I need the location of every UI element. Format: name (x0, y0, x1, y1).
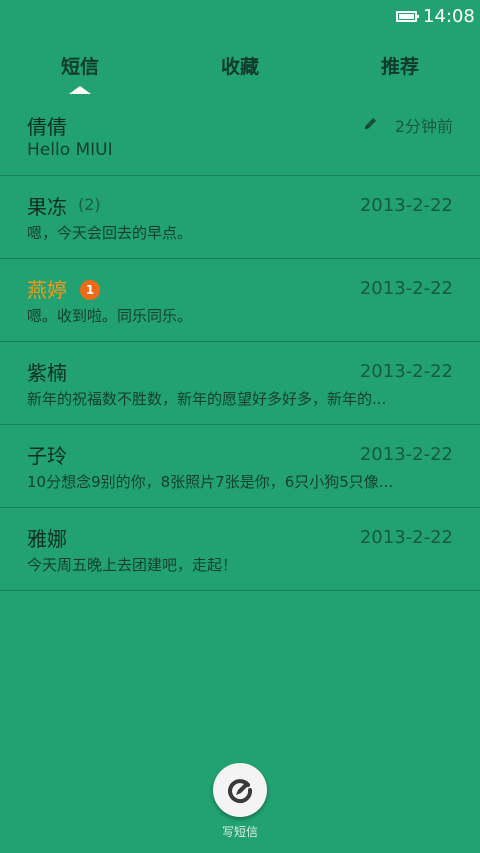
message-date: 2013-2-22 (359, 278, 453, 299)
compose-label: 写短信 (221, 825, 258, 839)
message-time: 2分钟前 (394, 117, 453, 136)
conversation-row[interactable]: 子玲 2013-2-22 10分想念9别的你，8张照片7张是你，6只小狗5只像.… (0, 425, 480, 508)
tab-bar: 短信 收藏 推荐 (0, 34, 480, 96)
conversation-list: 倩倩 2分钟前 Hello MIUI 果冻 (2) 2013-2-22 嗯，今天… (0, 96, 480, 591)
contact-name: 倩倩 (27, 115, 67, 139)
message-preview: Hello MIUI (27, 140, 113, 160)
message-preview: 10分想念9别的你，8张照片7张是你，6只小狗5只像... (27, 473, 394, 491)
unread-badge: 1 (80, 280, 100, 300)
message-preview: 新年的祝福数不胜数，新年的愿望好多好多，新年的... (27, 390, 387, 408)
conversation-row[interactable]: 燕婷 1 2013-2-22 嗯。收到啦。同乐同乐。 (0, 259, 480, 342)
message-preview: 嗯。收到啦。同乐同乐。 (27, 307, 193, 325)
message-date: 2013-2-22 (359, 444, 453, 465)
conversation-row[interactable]: 果冻 (2) 2013-2-22 嗯，今天会回去的早点。 (0, 176, 480, 259)
active-tab-indicator (69, 86, 91, 94)
tab-recommended[interactable]: 推荐 (340, 52, 460, 79)
conversation-row[interactable]: 倩倩 2分钟前 Hello MIUI (0, 96, 480, 176)
message-date: 2013-2-22 (359, 527, 453, 548)
contact-name: 燕婷 (27, 278, 67, 302)
message-date: 2013-2-22 (359, 361, 453, 382)
contact-name: 雅娜 (27, 527, 67, 551)
status-clock: 14:08 (423, 6, 475, 27)
contact-name: 紫楠 (27, 361, 67, 385)
battery-icon (396, 11, 419, 22)
conversation-row[interactable]: 紫楠 2013-2-22 新年的祝福数不胜数，新年的愿望好多好多，新年的... (0, 342, 480, 425)
draft-pencil-icon (364, 117, 377, 130)
conversation-row[interactable]: 雅娜 2013-2-22 今天周五晚上去团建吧，走起！ (0, 508, 480, 591)
compose-icon (228, 779, 253, 804)
message-date: 2013-2-22 (359, 195, 453, 216)
tab-favorites[interactable]: 收藏 (180, 52, 300, 79)
contact-name: 果冻 (27, 195, 67, 219)
message-preview: 嗯，今天会回去的早点。 (27, 224, 193, 242)
message-count: (2) (78, 195, 101, 214)
status-bar: 14:08 (0, 0, 480, 34)
contact-name: 子玲 (27, 444, 67, 468)
message-preview: 今天周五晚上去团建吧，走起！ (27, 556, 238, 574)
tab-sms[interactable]: 短信 (20, 52, 140, 79)
compose-button[interactable] (213, 763, 267, 817)
